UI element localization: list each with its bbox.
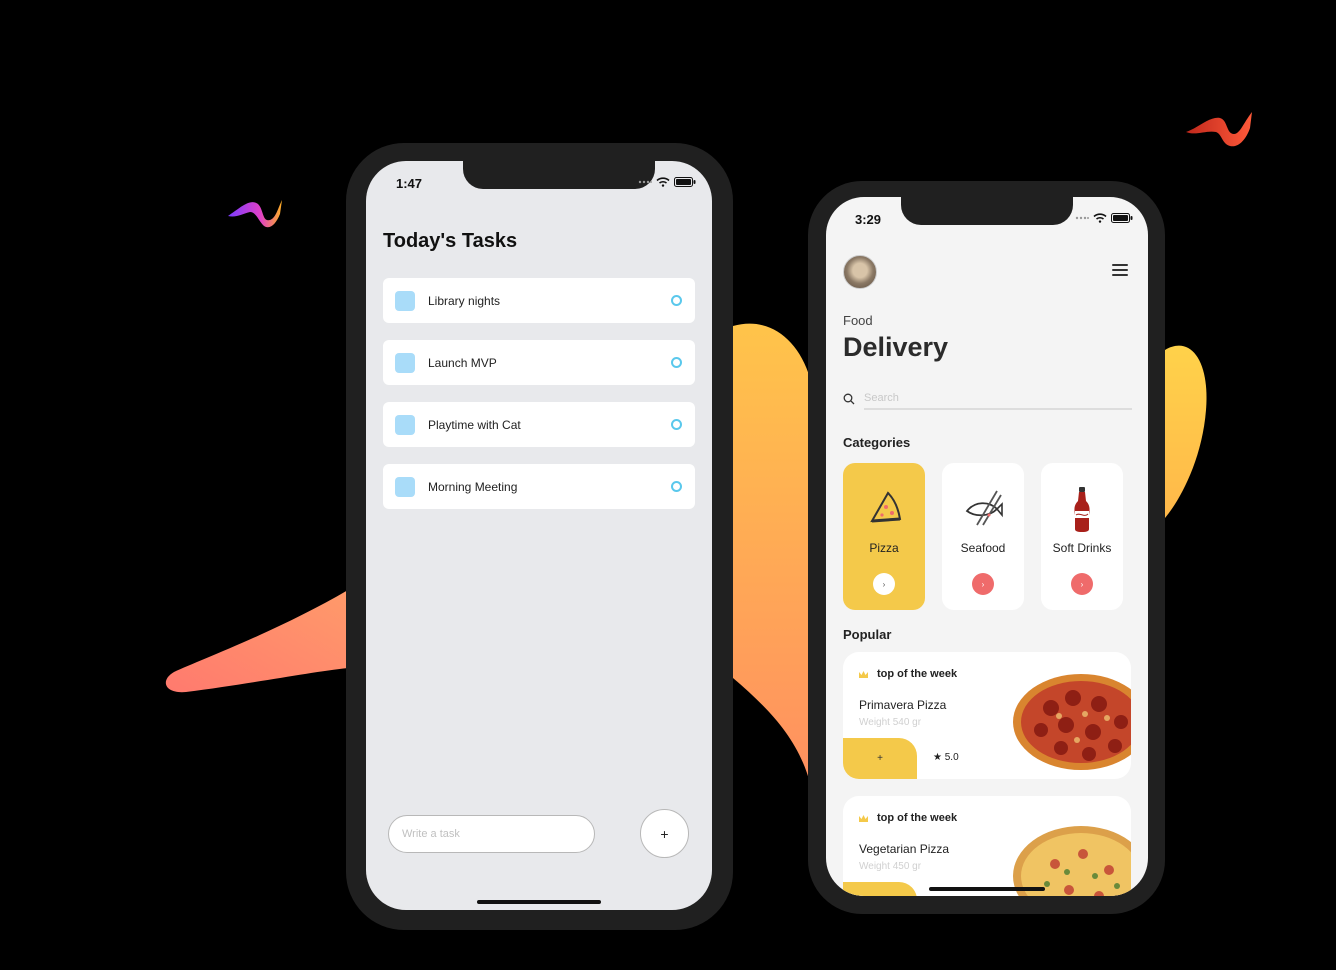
showcase-stage: 1:47 Today's Tasks Library nights Launch… xyxy=(0,0,1336,970)
task-checkbox[interactable] xyxy=(395,476,415,497)
hamburger-menu-icon[interactable] xyxy=(1112,264,1128,276)
category-arrow-button[interactable]: › xyxy=(1071,573,1093,595)
pepperoni-pizza-image xyxy=(1013,674,1131,770)
category-label: Pizza xyxy=(869,541,899,555)
search-input[interactable]: Search xyxy=(864,388,1132,410)
seafood-icon xyxy=(965,490,1003,526)
pizza-slice-icon xyxy=(870,491,902,523)
crown-icon xyxy=(859,815,868,822)
popular-item-card[interactable]: top of the week Primavera Pizza Weight 5… xyxy=(843,652,1131,779)
section-title-popular: Popular xyxy=(843,627,892,642)
task-label: Morning Meeting xyxy=(428,479,518,494)
battery-icon xyxy=(674,177,696,187)
list-item[interactable]: Library nights xyxy=(383,278,695,323)
tasks-screen: 1:47 Today's Tasks Library nights Launch… xyxy=(366,161,712,910)
phone-notch xyxy=(463,161,655,189)
soda-bottle-icon xyxy=(1074,487,1090,532)
status-time: 1:47 xyxy=(396,176,423,191)
food-screen: 3:29 Food Delivery Search Categories Piz… xyxy=(826,197,1148,896)
background-blob-right xyxy=(1165,345,1207,518)
home-indicator[interactable] xyxy=(929,887,1045,891)
wifi-icon xyxy=(1093,213,1107,223)
add-to-cart-button[interactable]: + xyxy=(843,738,917,779)
status-time: 3:29 xyxy=(855,212,882,227)
category-card-pizza[interactable]: Pizza › xyxy=(843,463,925,610)
pizza-weight: Weight 540 gr xyxy=(859,717,922,728)
battery-icon xyxy=(1111,213,1133,223)
page-title: Delivery xyxy=(843,332,949,362)
page-kicker: Food xyxy=(843,313,873,328)
list-item[interactable]: Launch MVP xyxy=(383,340,695,385)
task-status-circle-icon[interactable] xyxy=(671,295,682,306)
task-list: Library nights Launch MVP Playtime with … xyxy=(383,278,695,526)
task-checkbox[interactable] xyxy=(395,352,415,373)
wifi-icon xyxy=(656,177,670,187)
background-blob-center xyxy=(733,323,810,783)
signal-icon xyxy=(1075,216,1089,220)
food-phone: 3:29 Food Delivery Search Categories Piz… xyxy=(808,181,1165,914)
background-blob-left xyxy=(165,590,348,693)
popular-badge: top of the week xyxy=(877,668,958,680)
pizza-name: Vegetarian Pizza xyxy=(859,842,950,856)
crown-icon xyxy=(859,671,868,678)
popular-badge: top of the week xyxy=(877,812,958,824)
add-task-button[interactable]: + xyxy=(640,809,689,858)
add-to-cart-button[interactable]: + xyxy=(843,882,917,896)
task-label: Playtime with Cat xyxy=(428,417,521,432)
pizza-weight: Weight 450 gr xyxy=(859,861,922,872)
category-card-soft-drinks[interactable]: Soft Drinks › xyxy=(1041,463,1123,610)
signal-icon xyxy=(638,180,652,184)
category-label: Soft Drinks xyxy=(1052,541,1112,555)
popular-item-card[interactable]: top of the week Vegetarian Pizza Weight … xyxy=(843,796,1131,896)
task-status-circle-icon[interactable] xyxy=(671,357,682,368)
category-arrow-button[interactable]: › xyxy=(972,573,994,595)
tasks-phone: 1:47 Today's Tasks Library nights Launch… xyxy=(346,143,733,930)
squiggle-purple-icon xyxy=(228,200,282,228)
task-input[interactable]: Write a task xyxy=(388,815,595,853)
list-item[interactable]: Playtime with Cat xyxy=(383,402,695,447)
vegetarian-pizza-image xyxy=(1013,826,1131,896)
section-title-categories: Categories xyxy=(843,435,911,450)
category-card-seafood[interactable]: Seafood › xyxy=(942,463,1024,610)
pizza-name: Primavera Pizza xyxy=(859,698,947,712)
category-label: Seafood xyxy=(960,541,1006,555)
list-item[interactable]: Morning Meeting xyxy=(383,464,695,509)
task-label: Library nights xyxy=(428,293,501,308)
home-indicator[interactable] xyxy=(477,900,601,904)
task-status-circle-icon[interactable] xyxy=(671,419,682,430)
task-checkbox[interactable] xyxy=(395,290,415,311)
squiggle-red-icon xyxy=(1186,112,1252,147)
task-status-circle-icon[interactable] xyxy=(671,481,682,492)
status-icons xyxy=(1075,213,1133,223)
task-label: Launch MVP xyxy=(428,355,497,370)
category-arrow-button[interactable]: › xyxy=(873,573,895,595)
avatar[interactable] xyxy=(843,255,877,289)
rating: ★ 5.0 xyxy=(933,752,959,763)
status-icons xyxy=(638,177,696,187)
page-title: Today's Tasks xyxy=(383,230,518,252)
phone-notch xyxy=(901,197,1073,225)
task-checkbox[interactable] xyxy=(395,414,415,435)
search-icon xyxy=(843,393,855,405)
